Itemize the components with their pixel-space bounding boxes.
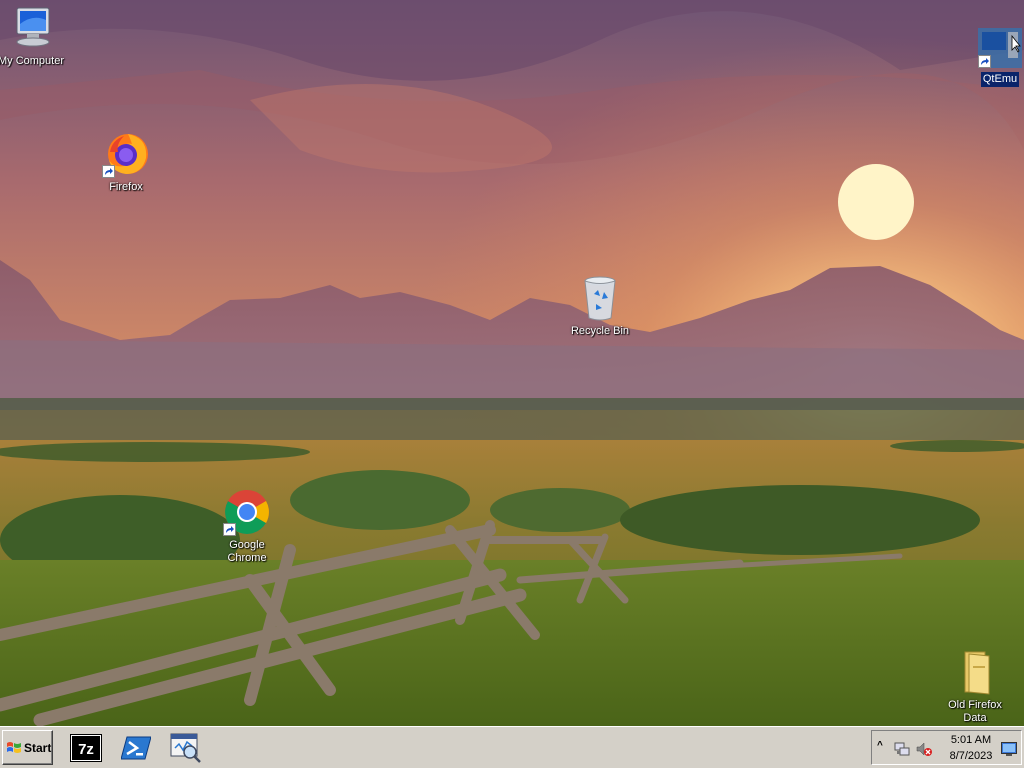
windows-flag-icon xyxy=(7,741,21,753)
svg-text:7z: 7z xyxy=(78,741,94,758)
computer-icon xyxy=(7,4,55,52)
chevron-up-icon[interactable]: ^ xyxy=(877,740,883,751)
shortcut-arrow-icon xyxy=(978,55,991,68)
desktop-icon-label: Old Firefox Data xyxy=(937,699,1013,725)
powershell-icon xyxy=(121,736,151,760)
qtemu-icon xyxy=(978,28,1022,68)
desktop-icon-recycle-bin[interactable]: Recycle Bin xyxy=(562,274,638,338)
taskbar: Start 7z ^ 5:01 AM 8/7/2023 xyxy=(0,726,1024,768)
desktop-icon-label: Google Chrome xyxy=(209,539,285,565)
desktop-icon-qtemu[interactable]: QtEmu xyxy=(962,28,1024,87)
desktop-icon-label-line: Data xyxy=(963,712,987,724)
start-button[interactable]: Start xyxy=(2,730,53,765)
search-window-icon xyxy=(170,733,201,763)
quicklaunch-search-window[interactable] xyxy=(170,732,202,764)
desktop-wallpaper xyxy=(0,0,1024,726)
network-icon[interactable] xyxy=(894,741,910,757)
7zip-icon: 7z xyxy=(70,734,102,762)
clock-time[interactable]: 5:01 AM xyxy=(946,734,996,746)
show-desktop-icon[interactable] xyxy=(1001,742,1017,756)
clock-date[interactable]: 8/7/2023 xyxy=(942,750,1000,762)
shortcut-arrow-icon xyxy=(223,523,236,536)
firefox-icon xyxy=(102,130,150,178)
recycle-bin-icon xyxy=(576,274,624,322)
chrome-icon xyxy=(223,488,271,536)
desktop-icon-google-chrome[interactable]: Google Chrome xyxy=(209,488,285,565)
desktop-icon-label: Firefox xyxy=(109,181,143,193)
desktop-icon-label-line: Old Firefox xyxy=(948,699,1002,711)
desktop-icon-my-computer[interactable]: My Computer xyxy=(0,4,69,68)
volume-muted-icon[interactable] xyxy=(916,741,932,757)
system-tray: ^ 5:01 AM 8/7/2023 xyxy=(871,730,1022,765)
desktop-icon-firefox[interactable]: Firefox xyxy=(88,130,164,194)
quicklaunch-powershell[interactable] xyxy=(120,732,152,764)
desktop-icon-label: QtEmu xyxy=(980,72,1020,87)
desktop-icon-label-line: Chrome xyxy=(227,552,267,564)
shortcut-arrow-icon xyxy=(102,165,115,178)
start-label: Start xyxy=(24,740,52,755)
desktop-icon-label: My Computer xyxy=(0,55,65,67)
desktop-icon-old-firefox-data[interactable]: Old Firefox Data xyxy=(937,648,1013,725)
desktop-icon-label: Recycle Bin xyxy=(570,325,630,337)
quicklaunch-7zip[interactable]: 7z xyxy=(70,732,102,764)
desktop-icon-label-line: Google xyxy=(229,539,265,551)
folder-icon xyxy=(951,648,999,696)
